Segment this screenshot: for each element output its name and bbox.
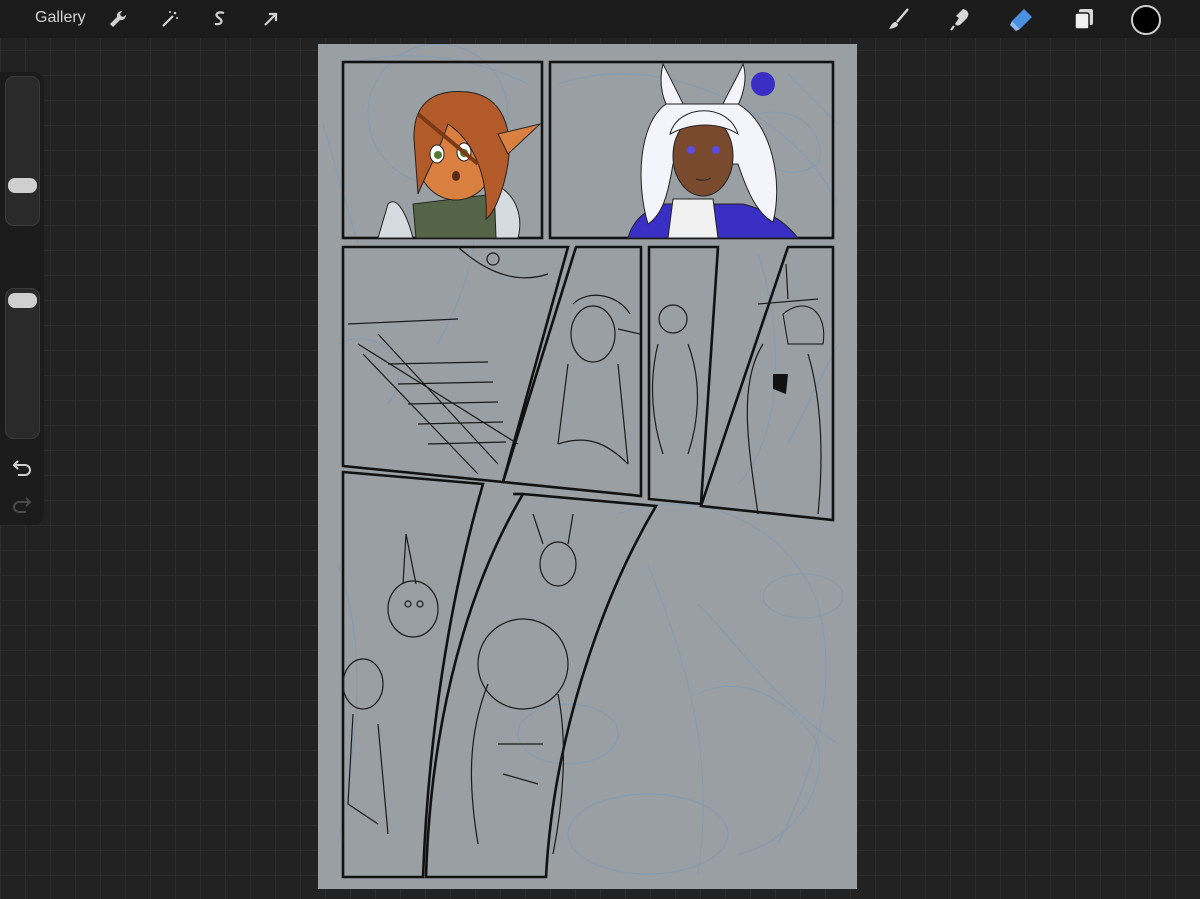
selection-icon[interactable]	[207, 6, 233, 32]
magic-wand-icon[interactable]	[156, 6, 182, 32]
left-sidebar	[0, 72, 44, 525]
gallery-button[interactable]: Gallery	[35, 9, 86, 27]
layers-icon[interactable]	[1071, 6, 1097, 32]
panel-7	[341, 470, 659, 879]
transform-arrow-icon[interactable]	[257, 6, 283, 32]
brush-size-slider[interactable]	[5, 76, 40, 226]
smudge-icon[interactable]	[947, 6, 973, 32]
wrench-icon[interactable]	[105, 6, 131, 32]
brush-size-thumb[interactable]	[8, 178, 37, 193]
top-toolbar: Gallery	[0, 0, 1200, 38]
brush-icon[interactable]	[886, 6, 912, 32]
drawing-canvas[interactable]	[318, 44, 857, 889]
comic-page-artwork	[322, 44, 844, 879]
color-picker-swatch[interactable]	[1131, 5, 1161, 35]
panel-2	[548, 60, 835, 240]
panel-3	[341, 245, 570, 484]
undo-icon[interactable]	[10, 455, 34, 479]
panel-5	[647, 245, 720, 506]
opacity-thumb[interactable]	[8, 293, 37, 308]
redo-icon[interactable]	[10, 492, 34, 516]
panel-4	[501, 245, 643, 498]
eraser-icon[interactable]	[1008, 6, 1034, 32]
opacity-slider[interactable]	[5, 288, 40, 439]
